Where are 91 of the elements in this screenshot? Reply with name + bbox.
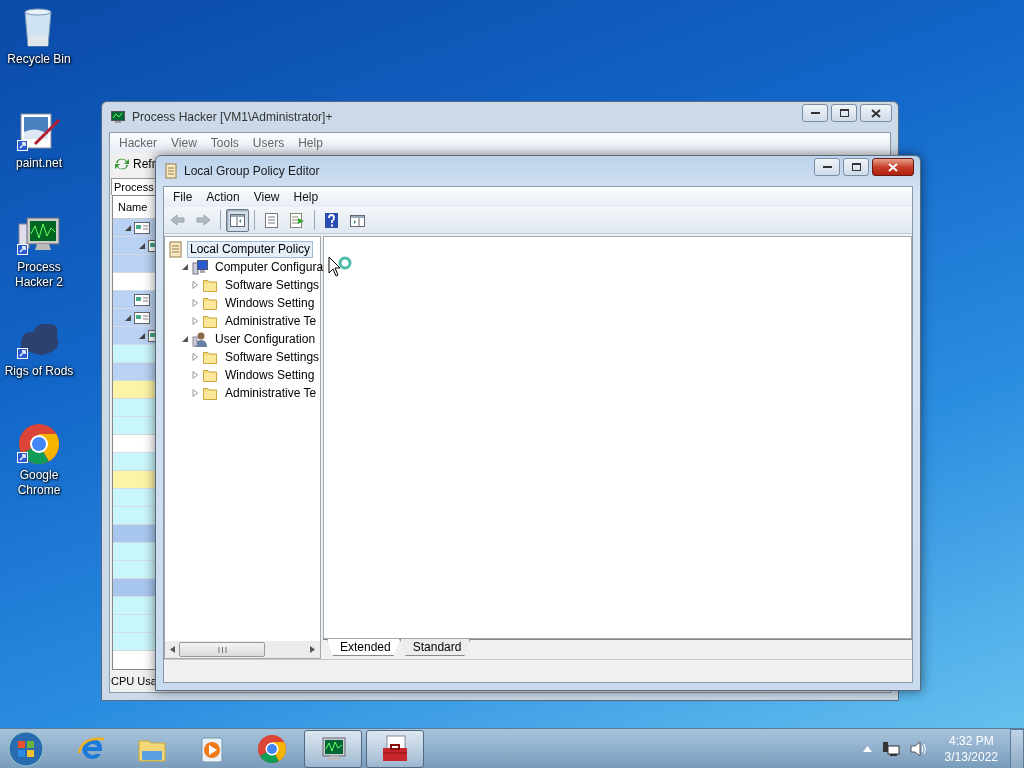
show-hidden-icons-icon[interactable]	[862, 745, 872, 752]
close-icon	[871, 108, 881, 118]
horizontal-scrollbar[interactable]	[165, 641, 320, 658]
expanded-arrow-icon[interactable]	[139, 242, 145, 249]
table-row[interactable]	[113, 291, 155, 309]
tab[interactable]: Standard	[399, 639, 471, 656]
minimize-button[interactable]	[814, 158, 840, 176]
desktop-icon-label[interactable]: Process Hacker 2	[3, 260, 75, 290]
menu-item[interactable]: Hacker	[112, 136, 164, 150]
right-arrow-icon[interactable]	[310, 646, 315, 653]
table-row[interactable]	[113, 327, 155, 345]
menu-item[interactable]: Action	[199, 190, 247, 204]
help-icon	[323, 211, 340, 229]
minimize-icon	[810, 112, 820, 114]
taskbar-button[interactable]	[304, 729, 362, 768]
collapsed-arrow-icon[interactable]	[191, 317, 199, 325]
minimize-icon	[822, 166, 832, 168]
tree-pane-icon	[229, 211, 246, 229]
expanded-arrow-icon[interactable]	[125, 314, 131, 321]
scroll-document-icon	[164, 163, 178, 179]
forward-arrow-icon	[195, 211, 212, 229]
scrollbar-thumb[interactable]	[179, 642, 265, 657]
computer-icon	[192, 258, 209, 276]
maximize-icon	[851, 163, 861, 171]
scroll-document-icon	[167, 240, 184, 258]
taskbar-button[interactable]	[366, 729, 424, 768]
close-icon	[888, 162, 898, 172]
grip-icon	[217, 646, 227, 653]
expanded-arrow-icon[interactable]	[139, 332, 145, 339]
expanded-arrow-icon[interactable]	[181, 263, 189, 271]
tree-item[interactable]: Computer Configura	[212, 258, 327, 276]
network-icon[interactable]	[881, 740, 900, 757]
show-desktop-button[interactable]	[1010, 728, 1024, 768]
window-title: Process Hacker [VM1\Administrator]+	[132, 110, 334, 124]
menu-item[interactable]: File	[166, 190, 200, 204]
tree-item[interactable]: Software Settings	[222, 348, 323, 366]
user-icon	[192, 330, 209, 348]
process-icon	[134, 293, 150, 306]
collapsed-arrow-icon[interactable]	[191, 353, 199, 361]
menu-item[interactable]: Help	[286, 190, 326, 204]
tab[interactable]: Process	[111, 178, 157, 195]
refresh-button[interactable]: Refr	[112, 157, 158, 171]
chrome-icon[interactable]	[17, 422, 61, 466]
chrome-icon	[256, 732, 288, 765]
window-title: Local Group Policy Editor	[184, 164, 321, 178]
collapsed-arrow-icon[interactable]	[191, 389, 199, 397]
start-orb-icon[interactable]	[8, 730, 44, 767]
expanded-arrow-icon[interactable]	[125, 224, 131, 231]
close-button[interactable]	[872, 158, 914, 176]
menu-item[interactable]: Help	[291, 136, 330, 150]
tree-item[interactable]: Software Settings	[222, 276, 323, 294]
left-arrow-icon[interactable]	[170, 646, 175, 653]
back-arrow-icon	[169, 211, 186, 229]
tab[interactable]: Extended	[327, 639, 400, 656]
tree-item[interactable]: User Configuration	[212, 330, 319, 348]
tree-item[interactable]: Administrative Te	[222, 384, 320, 402]
menu-item[interactable]: View	[246, 190, 287, 204]
menu-item[interactable]: Users	[245, 136, 292, 150]
table-row[interactable]	[113, 309, 155, 327]
minimize-button[interactable]	[802, 104, 828, 122]
collapsed-arrow-icon[interactable]	[191, 299, 199, 307]
show-tree-button[interactable]	[226, 208, 249, 232]
collapsed-arrow-icon[interactable]	[191, 371, 199, 379]
tree-item[interactable]: Windows Setting	[222, 366, 318, 384]
desktop-icon-label[interactable]: paint.net	[3, 156, 75, 171]
menu-item[interactable]: Tools	[203, 136, 246, 150]
maximize-button[interactable]	[843, 158, 869, 176]
mouse-cursor-icon	[328, 256, 354, 280]
process-icon	[134, 311, 150, 324]
paint-brush-icon[interactable]	[17, 110, 61, 154]
desktop-icon-label[interactable]: Recycle Bin	[3, 52, 75, 67]
monitor-icon[interactable]	[17, 214, 61, 258]
close-button[interactable]	[860, 104, 892, 122]
table-row[interactable]	[113, 237, 155, 255]
desktop-icon-label[interactable]: Rigs of Rods	[3, 364, 75, 379]
maximize-button[interactable]	[831, 104, 857, 122]
table-row[interactable]	[113, 219, 155, 237]
refresh-icon	[114, 157, 130, 171]
tree-item[interactable]: Windows Setting	[222, 294, 318, 312]
process-icon	[134, 221, 150, 234]
desktop-icon-label[interactable]: Google Chrome	[3, 468, 75, 498]
maximize-icon	[839, 109, 849, 117]
speaker-icon[interactable]	[909, 740, 928, 757]
tree-item[interactable]: Local Computer Policy	[187, 240, 314, 258]
properties-icon	[263, 211, 280, 229]
tree-item[interactable]: Administrative Te	[222, 312, 320, 330]
expanded-arrow-icon[interactable]	[181, 335, 189, 343]
menu-item[interactable]: View	[164, 136, 204, 150]
collapsed-arrow-icon[interactable]	[191, 281, 199, 289]
monitor-icon	[110, 109, 126, 125]
export-list-icon	[289, 211, 306, 229]
